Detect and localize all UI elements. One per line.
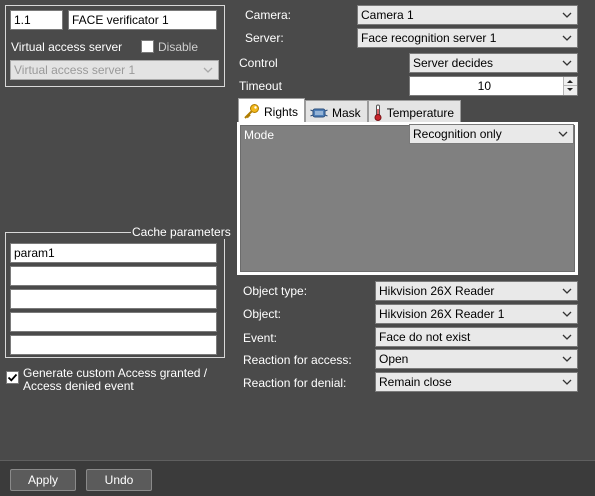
- camera-select[interactable]: Camera 1: [357, 5, 578, 25]
- virtual-access-server-label: Virtual access server: [11, 40, 123, 54]
- object-label: Object:: [243, 307, 282, 321]
- timeout-label: Timeout: [239, 79, 282, 93]
- cache-param-2[interactable]: [10, 266, 217, 286]
- chevron-down-icon: [202, 64, 214, 76]
- tab-bar: Rights Mask Temperature: [238, 98, 578, 124]
- reaction-access-value: Open: [379, 352, 409, 366]
- chevron-down-icon: [561, 32, 573, 44]
- chevron-down-icon: [561, 308, 573, 320]
- checkmark-icon: [7, 373, 18, 382]
- tab-temperature-label: Temperature: [386, 105, 455, 120]
- undo-button[interactable]: Undo: [86, 469, 152, 491]
- generate-event-label-line1: Generate custom Access granted /: [23, 366, 208, 380]
- object-type-value: Hikvision 26X Reader: [379, 284, 495, 298]
- chevron-down-icon: [557, 128, 569, 140]
- apply-button[interactable]: Apply: [10, 469, 76, 491]
- server-label: Server:: [245, 31, 284, 45]
- mode-label: Mode: [244, 128, 275, 142]
- reaction-access-label: Reaction for access:: [243, 353, 352, 367]
- virtual-access-server-value: Virtual access server 1: [14, 63, 136, 77]
- mode-value: Recognition only: [413, 127, 502, 141]
- reaction-denial-label: Reaction for denial:: [243, 376, 347, 390]
- object-value: Hikvision 26X Reader 1: [379, 307, 505, 321]
- object-id-field[interactable]: 1.1: [10, 10, 63, 30]
- object-select[interactable]: Hikvision 26X Reader 1: [375, 304, 578, 324]
- event-value: Face do not exist: [379, 330, 471, 344]
- timeout-value: 10: [477, 79, 491, 93]
- timeout-spinbox[interactable]: 10: [409, 76, 578, 96]
- reaction-access-select[interactable]: Open: [375, 349, 578, 369]
- key-icon: [244, 104, 259, 119]
- object-name-field[interactable]: FACE verificator 1: [68, 10, 217, 30]
- cache-param-1[interactable]: param1: [10, 243, 217, 263]
- tab-rights[interactable]: Rights: [238, 98, 306, 124]
- event-select[interactable]: Face do not exist: [375, 327, 578, 347]
- chevron-down-icon: [561, 331, 573, 343]
- rights-panel-content: [240, 125, 575, 272]
- camera-value: Camera 1: [361, 8, 414, 22]
- chevron-down-icon: [561, 57, 573, 69]
- cache-param-4[interactable]: [10, 312, 217, 332]
- chevron-down-icon: [561, 376, 573, 388]
- control-value: Server decides: [413, 56, 494, 70]
- server-select[interactable]: Face recognition server 1: [357, 28, 578, 48]
- tab-rights-label: Rights: [264, 104, 299, 119]
- tab-mask[interactable]: Mask: [305, 100, 368, 124]
- camera-label: Camera:: [245, 8, 292, 22]
- disable-label: Disable: [158, 40, 199, 54]
- tab-mask-label: Mask: [332, 105, 361, 120]
- generate-event-label-line2: Access denied event: [23, 379, 134, 393]
- chevron-down-icon: [561, 285, 573, 297]
- reaction-denial-select[interactable]: Remain close: [375, 372, 578, 392]
- control-label: Control: [239, 56, 278, 70]
- chevron-down-icon: [561, 353, 573, 365]
- rights-tab-panel: [237, 122, 578, 275]
- control-select[interactable]: Server decides: [409, 53, 578, 73]
- chevron-down-icon: [561, 9, 573, 21]
- tab-temperature[interactable]: Temperature: [367, 100, 462, 124]
- object-type-label: Object type:: [243, 284, 308, 298]
- spin-up-icon[interactable]: [564, 77, 577, 86]
- spin-down-icon[interactable]: [564, 86, 577, 95]
- server-value: Face recognition server 1: [361, 31, 497, 45]
- mask-icon: [310, 108, 328, 117]
- cache-param-5[interactable]: [10, 335, 217, 355]
- disable-checkbox[interactable]: [141, 40, 154, 53]
- cache-parameters-title: Cache parameters: [131, 225, 232, 239]
- generate-event-checkbox[interactable]: [6, 371, 19, 384]
- mode-select[interactable]: Recognition only: [409, 124, 574, 144]
- reaction-denial-value: Remain close: [379, 375, 452, 389]
- timeout-spinner[interactable]: [563, 77, 577, 95]
- object-type-select[interactable]: Hikvision 26X Reader: [375, 281, 578, 301]
- event-label: Event:: [243, 331, 278, 345]
- cache-param-3[interactable]: [10, 289, 217, 309]
- module-settings-window: { "left": { "id_value": "1.1", "name_val…: [0, 0, 595, 496]
- virtual-access-server-select: Virtual access server 1: [10, 60, 219, 80]
- thermometer-icon: [374, 104, 382, 121]
